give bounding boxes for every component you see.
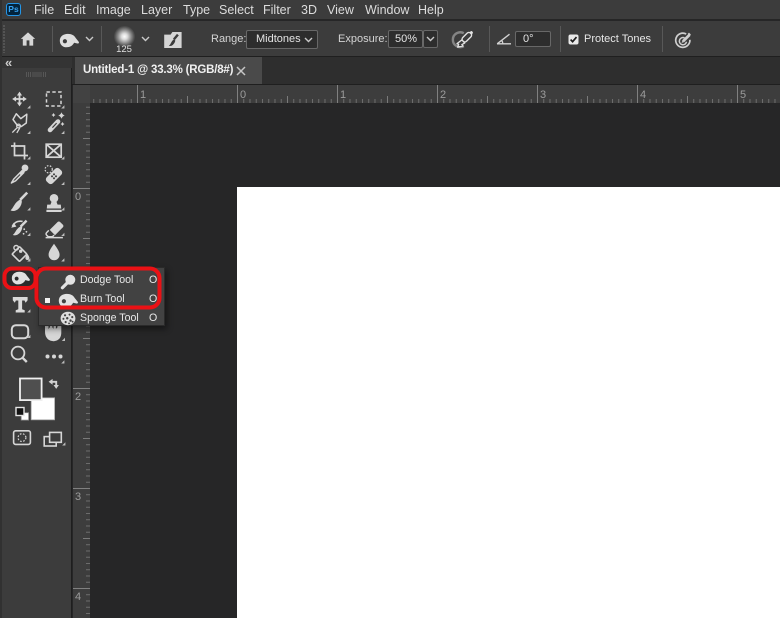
svg-text:2: 2 (440, 89, 446, 101)
svg-text:1: 1 (140, 89, 146, 101)
svg-text:0: 0 (75, 191, 81, 203)
svg-text:2: 2 (75, 391, 81, 403)
svg-text:3: 3 (540, 89, 546, 101)
svg-text:4: 4 (75, 591, 81, 603)
svg-text:4: 4 (640, 89, 646, 101)
svg-text:3: 3 (75, 491, 81, 503)
svg-text:0: 0 (240, 89, 246, 101)
svg-text:1: 1 (340, 89, 346, 101)
svg-text:5: 5 (740, 89, 746, 101)
